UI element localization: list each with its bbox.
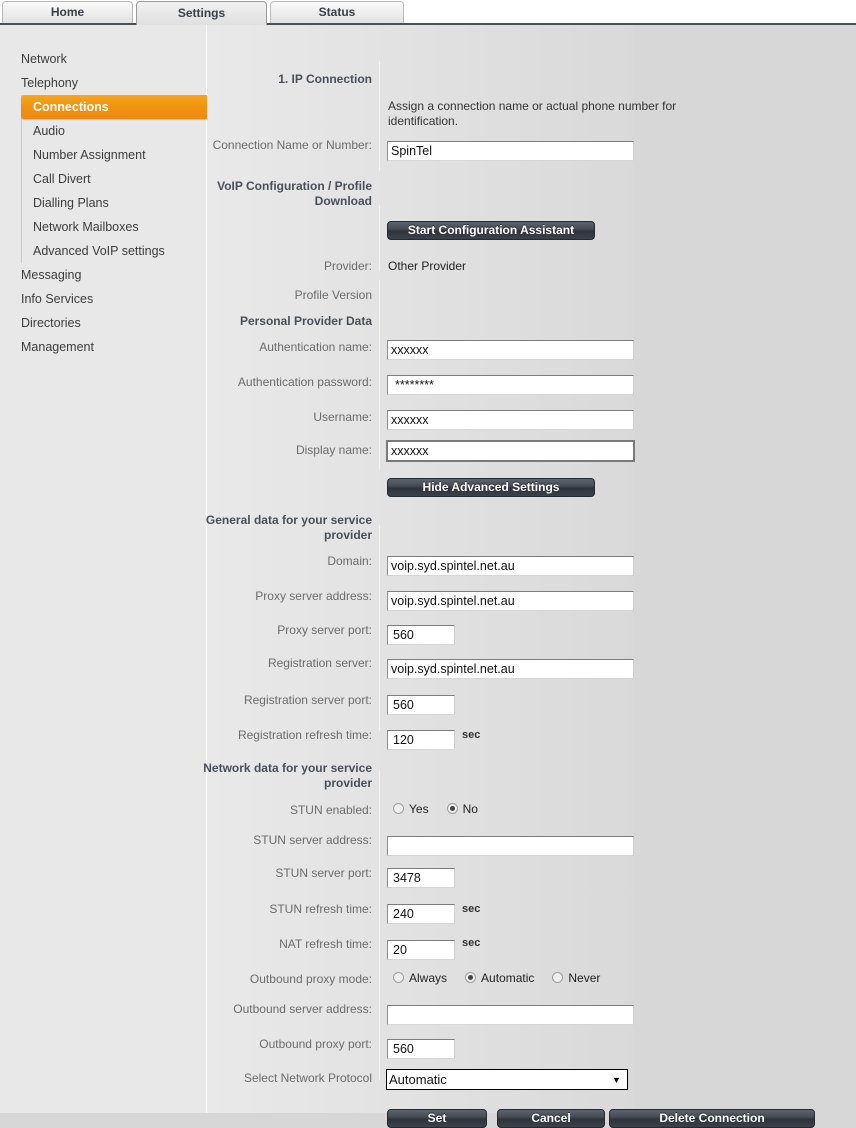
main-content: 1. IP Connection Assign a connection nam… (203, 25, 856, 1128)
authentication-password-input[interactable] (387, 375, 634, 395)
label-registration-refresh-time: Registration refresh time: (237, 728, 372, 742)
label-authentication-name: Authentication name: (259, 340, 372, 354)
cancel-button[interactable]: Cancel (497, 1109, 605, 1128)
label-nat-refresh-time: NAT refresh time: (279, 937, 372, 951)
help-text: Assign a connection name or actual phone… (388, 99, 677, 128)
outbound-proxy-port-input[interactable] (387, 1039, 455, 1059)
tab-bar: Home Settings Status (0, 0, 856, 25)
label-outbound-proxy-port: Outbound proxy port: (259, 1037, 372, 1051)
label-proxy-server-address: Proxy server address: (255, 589, 372, 603)
label-stun-server-port: STUN server port: (275, 866, 372, 880)
unit-registration-refresh: sec (462, 729, 481, 741)
column-divider-2 (379, 205, 380, 271)
heading-voip-config: VoIP Configuration / Profile Download (217, 179, 372, 208)
tab-status[interactable]: Status (270, 1, 404, 23)
label-proxy-server-port: Proxy server port: (277, 623, 372, 637)
outbound-never-label[interactable]: Never (568, 971, 600, 985)
sidebar-item-network-mailboxes[interactable]: Network Mailboxes (22, 215, 207, 239)
provider-value: Other Provider (388, 259, 467, 273)
outbound-proxy-mode-radio-group: Always Automatic Never (393, 971, 618, 985)
stun-no-label[interactable]: No (463, 802, 478, 816)
sidebar-item-connections[interactable]: Connections (21, 95, 213, 119)
domain-input[interactable] (387, 556, 634, 576)
label-authentication-password: Authentication password: (237, 375, 372, 389)
router-config-page: Home Settings Status Network Telephony C… (0, 0, 856, 1128)
stun-refresh-time-input[interactable] (387, 904, 455, 924)
sidebar-item-network[interactable]: Network (0, 47, 207, 71)
outbound-always-radio[interactable] (393, 972, 404, 983)
heading-general-data: General data for your service provider (205, 513, 372, 542)
column-divider-5 (379, 770, 380, 1080)
display-name-input[interactable] (386, 440, 635, 462)
outbound-never-radio[interactable] (552, 972, 564, 983)
label-registration-server: Registration server: (267, 656, 372, 670)
set-button[interactable]: Set (387, 1109, 487, 1128)
heading-network-data: Network data for your service provider (203, 761, 372, 790)
label-select-network-protocol: Select Network Protocol (243, 1071, 372, 1085)
unit-nat-refresh: sec (462, 937, 481, 949)
stun-yes-radio[interactable] (393, 803, 404, 814)
network-protocol-select[interactable]: AutomaticUDPTCPTLS (386, 1069, 628, 1090)
label-outbound-server-address: Outbound server address: (233, 1002, 372, 1016)
column-divider-4 (379, 525, 380, 731)
delete-connection-button[interactable]: Delete Connection (609, 1109, 815, 1128)
outbound-always-label[interactable]: Always (409, 971, 447, 985)
start-configuration-assistant-button[interactable]: Start Configuration Assistant (387, 221, 595, 240)
connection-name-input[interactable] (387, 141, 634, 161)
outbound-automatic-radio[interactable] (465, 972, 477, 983)
outbound-server-address-input[interactable] (387, 1005, 634, 1025)
label-profile-version: Profile Version (294, 288, 372, 302)
outbound-automatic-label[interactable]: Automatic (481, 971, 534, 985)
label-registration-server-port: Registration server port: (243, 693, 372, 707)
proxy-server-port-input[interactable] (387, 625, 455, 645)
label-outbound-proxy-mode: Outbound proxy mode: (249, 972, 372, 986)
authentication-name-input[interactable] (387, 340, 634, 360)
stun-yes-label[interactable]: Yes (409, 802, 429, 816)
nat-refresh-time-input[interactable] (387, 940, 455, 960)
proxy-server-address-input[interactable] (387, 591, 634, 611)
column-divider-3 (379, 280, 380, 470)
label-connection-name: Connection Name or Number: (212, 138, 372, 152)
tab-home[interactable]: Home (2, 1, 133, 23)
registration-refresh-time-input[interactable] (387, 730, 455, 750)
registration-server-input[interactable] (387, 659, 634, 679)
stun-server-port-input[interactable] (387, 868, 455, 888)
stun-server-address-input[interactable] (387, 836, 634, 856)
label-stun-refresh-time: STUN refresh time: (269, 902, 372, 916)
label-domain: Domain: (327, 554, 372, 568)
stun-no-radio[interactable] (446, 803, 458, 814)
heading-personal-provider-data: Personal Provider Data (239, 314, 372, 328)
tab-settings[interactable]: Settings (136, 1, 267, 25)
page-title: 1. IP Connection (278, 72, 372, 86)
unit-stun-refresh: sec (462, 903, 481, 915)
column-divider-1 (379, 61, 380, 171)
label-username: Username: (313, 410, 372, 424)
label-stun-enabled: STUN enabled: (289, 803, 372, 817)
stun-enabled-radio-group: Yes No (393, 802, 496, 816)
label-stun-server-address: STUN server address: (253, 833, 372, 847)
username-input[interactable] (387, 410, 634, 430)
hide-advanced-settings-button[interactable]: Hide Advanced Settings (387, 478, 595, 497)
label-provider: Provider: (323, 259, 372, 273)
registration-server-port-input[interactable] (387, 695, 455, 715)
label-display-name: Display name: (295, 443, 372, 457)
